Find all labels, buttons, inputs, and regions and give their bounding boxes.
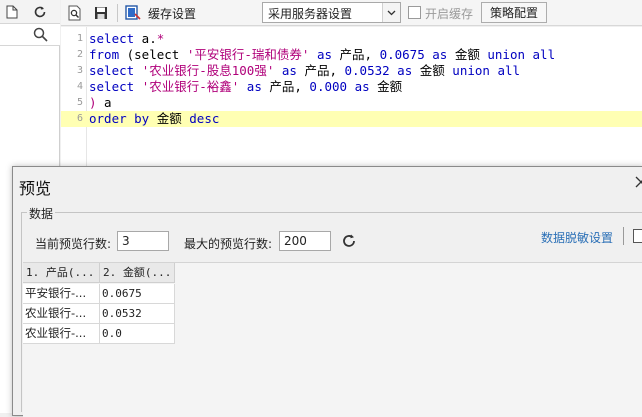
document-icon[interactable] bbox=[633, 229, 642, 243]
line-number: 3 bbox=[76, 65, 83, 76]
result-grid: 1. 产品(... 2. 金额(... 平安银行-... 0.0675 农业银行-...… bbox=[23, 262, 642, 417]
table-cell[interactable]: 平安银行-... bbox=[23, 284, 100, 304]
enable-cache-checkbox[interactable] bbox=[408, 6, 421, 19]
code-token: select bbox=[89, 79, 135, 94]
code-token: a. bbox=[134, 31, 157, 46]
toolbar-separator bbox=[623, 227, 624, 245]
code-line[interactable]: 2 from (select '平安银行-瑞和债券' as 产品, 0.0675 … bbox=[61, 47, 642, 63]
code-token: 金额 bbox=[412, 63, 453, 78]
dialog-title: 预览 bbox=[19, 179, 52, 198]
code-token: 产品, bbox=[296, 63, 345, 78]
max-rows-input[interactable]: 200 bbox=[279, 231, 331, 251]
code-token: desc bbox=[189, 111, 220, 126]
line-number: 2 bbox=[76, 49, 83, 60]
current-rows-label: 当前预览行数: bbox=[35, 237, 112, 251]
table-cell[interactable]: 0.0675 bbox=[100, 284, 175, 304]
cache-settings-select[interactable]: 采用服务器设置 bbox=[262, 2, 401, 23]
code-text: from (select '平安银行-瑞和债券' as 产品, 0.0675 a… bbox=[89, 47, 555, 63]
code-token: (select bbox=[119, 47, 187, 62]
search-doc-icon[interactable] bbox=[65, 3, 85, 23]
code-token: '农业银行-裕鑫' bbox=[141, 79, 240, 94]
close-icon[interactable] bbox=[633, 174, 642, 190]
line-number: 5 bbox=[76, 97, 83, 108]
left-toolbar bbox=[0, 0, 60, 24]
code-token: as bbox=[389, 63, 413, 78]
code-text: ) a bbox=[89, 95, 112, 111]
strategy-config-button[interactable]: 策略配置 bbox=[481, 2, 547, 23]
code-token: select bbox=[89, 31, 135, 46]
code-token: union all bbox=[487, 47, 556, 62]
refresh-icon[interactable] bbox=[30, 2, 50, 22]
code-token: 0.0532 bbox=[344, 63, 390, 78]
code-token: union all bbox=[452, 63, 521, 78]
code-token: as bbox=[424, 47, 448, 62]
line-number: 4 bbox=[76, 81, 83, 92]
code-text: select '农业银行-裕鑫' as 产品, 0.000 as 金额 bbox=[89, 79, 402, 95]
code-text: select a.* bbox=[89, 31, 164, 47]
code-token: select bbox=[89, 63, 135, 78]
table-cell[interactable]: 农业银行-... bbox=[23, 304, 100, 324]
code-token: 0.000 bbox=[309, 79, 348, 94]
data-masking-settings-link[interactable]: 数据脱敏设置 bbox=[541, 229, 613, 246]
cache-select-value: 采用服务器设置 bbox=[268, 7, 353, 21]
refresh-icon[interactable] bbox=[341, 233, 359, 251]
cache-settings-label: 缓存设置 bbox=[148, 7, 197, 21]
code-token: 金额 bbox=[447, 47, 488, 62]
code-token: ) bbox=[89, 95, 97, 110]
code-token: from bbox=[89, 47, 120, 62]
code-token: order by bbox=[89, 111, 150, 126]
column-header[interactable]: 1. 产品(... bbox=[23, 263, 100, 283]
column-header[interactable]: 2. 金额(... bbox=[100, 263, 175, 283]
code-token: a bbox=[96, 95, 112, 110]
search-icon[interactable] bbox=[33, 27, 48, 45]
code-token: 产品, bbox=[332, 47, 380, 62]
cache-icon[interactable] bbox=[123, 3, 143, 23]
code-token: '平安银行-瑞和债券' bbox=[186, 47, 310, 62]
chevron-down-icon[interactable] bbox=[382, 3, 400, 22]
code-line[interactable]: 1 select a.* bbox=[61, 31, 642, 47]
code-text: select '农业银行-股息100强' as 产品, 0.0532 as 金额… bbox=[89, 63, 520, 79]
code-lines[interactable]: 1 select a.* 2 from (select '平安银行-瑞和债券' as … bbox=[61, 31, 642, 131]
code-token: 金额 bbox=[369, 79, 403, 94]
page-icon[interactable] bbox=[2, 2, 22, 22]
line-number: 1 bbox=[76, 33, 83, 44]
preview-dialog: 预览 数据 当前预览行数: 3 最大的预览行数: 200 数据脱敏设置 1. 产… bbox=[12, 166, 642, 417]
left-search-bar[interactable] bbox=[0, 24, 60, 46]
code-line[interactable]: 6 order by 金额 desc bbox=[61, 111, 642, 127]
code-token: 产品, bbox=[261, 79, 310, 94]
current-rows-input[interactable]: 3 bbox=[117, 231, 169, 251]
code-token: as bbox=[274, 63, 297, 78]
table-cell[interactable]: 农业银行-... bbox=[23, 324, 100, 344]
code-line[interactable]: 5) a bbox=[61, 95, 642, 111]
table-cell[interactable]: 0.0532 bbox=[100, 304, 175, 324]
save-icon[interactable] bbox=[91, 3, 111, 23]
code-token: '农业银行-股息100强' bbox=[141, 63, 275, 78]
code-token: as bbox=[347, 79, 370, 94]
editor-toolbar: 缓存设置 采用服务器设置 开启缓存 策略配置 bbox=[61, 0, 642, 26]
code-line[interactable]: 3 select '农业银行-股息100强' as 产品, 0.0532 as 金… bbox=[61, 63, 642, 79]
code-line[interactable]: 4 select '农业银行-裕鑫' as 产品, 0.000 as 金额 bbox=[61, 79, 642, 95]
table-cell[interactable]: 0.0 bbox=[100, 324, 175, 344]
max-rows-label: 最大的预览行数: bbox=[184, 237, 273, 251]
code-token: as bbox=[239, 79, 262, 94]
code-token: as bbox=[309, 47, 332, 62]
toolbar-separator bbox=[117, 4, 118, 22]
code-token: * bbox=[156, 31, 165, 46]
code-token: 金额 bbox=[149, 111, 190, 126]
enable-cache-label: 开启缓存 bbox=[425, 7, 474, 21]
line-number: 6 bbox=[76, 113, 83, 124]
code-token: 0.0675 bbox=[379, 47, 425, 62]
data-group-label: 数据 bbox=[27, 205, 56, 222]
code-text: order by 金额 desc bbox=[89, 111, 219, 127]
